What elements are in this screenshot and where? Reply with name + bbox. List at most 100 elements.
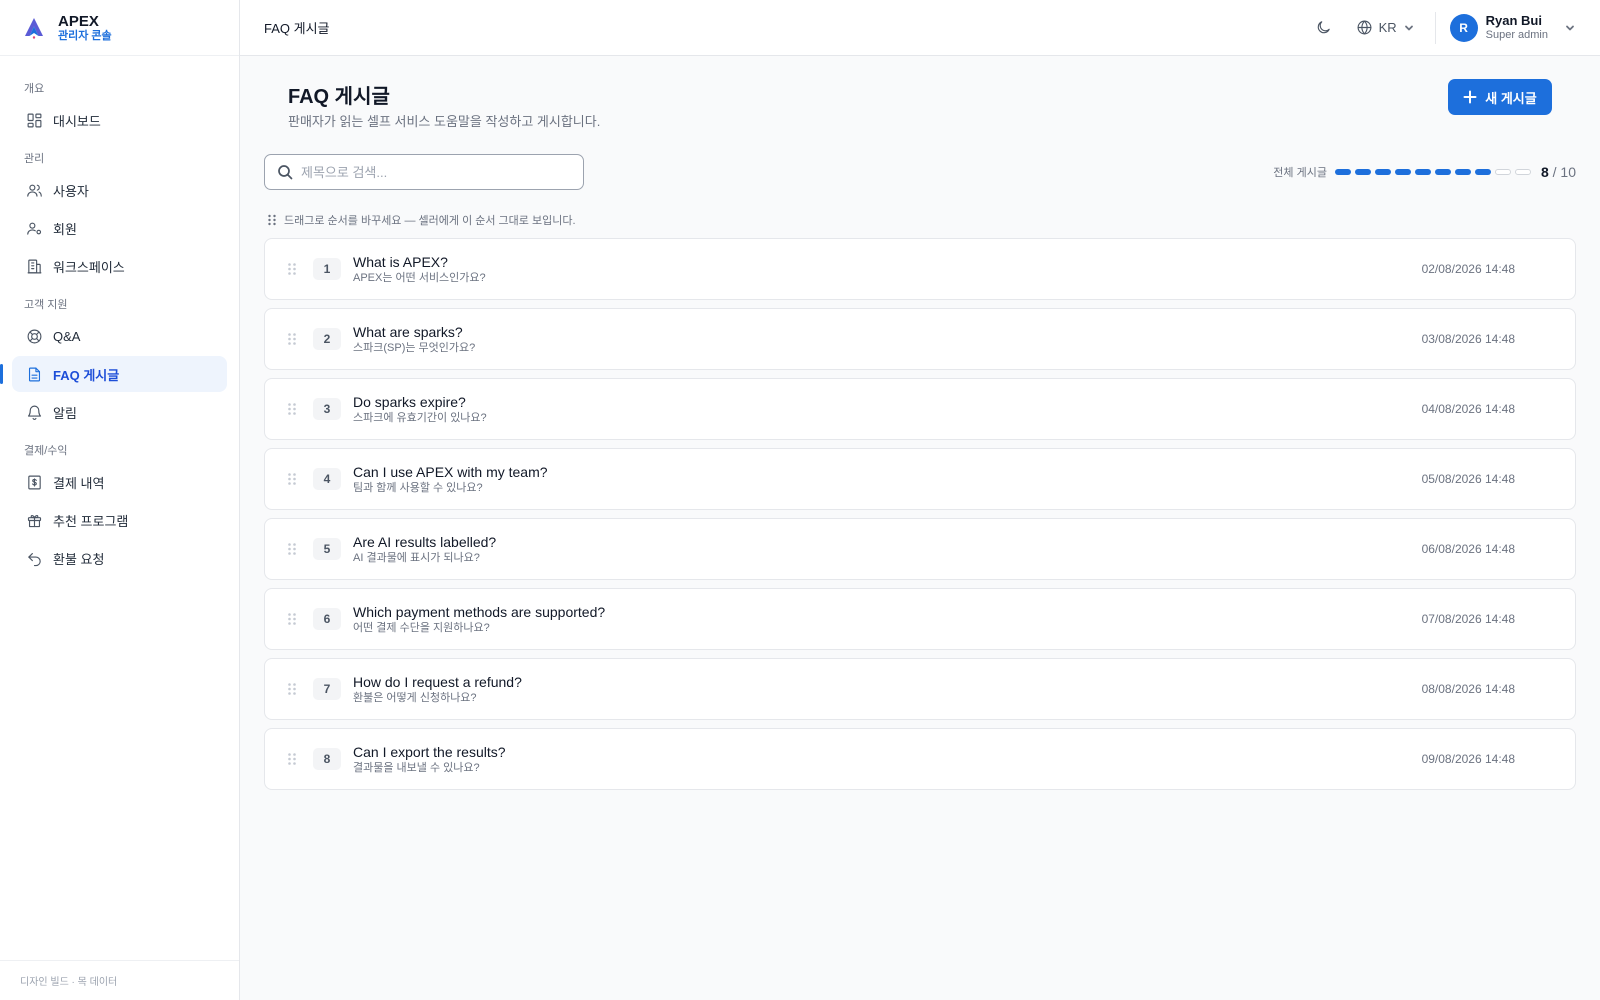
quota-progress-bar [1334, 169, 1531, 175]
faq-date: 02/08/2026 14:48 [1421, 262, 1515, 276]
faq-row[interactable]: 2 What are sparks? 스파크(SP)는 무엇인가요? 03/08/20… [264, 308, 1576, 370]
faq-subtitle: 스파크에 유효기간이 있나요? [353, 411, 487, 424]
topbar: FAQ 게시글 KR R Ryan Bui Super admin [240, 0, 1600, 56]
chevron-down-icon [1566, 25, 1574, 30]
faq-title: What are sparks? [353, 323, 463, 340]
sidebar-item-notifications[interactable]: 알림 [12, 394, 227, 430]
moon-icon [1317, 21, 1330, 34]
language-selector[interactable]: KR [1356, 19, 1415, 36]
user-menu-button[interactable]: R Ryan Bui Super admin [1449, 13, 1576, 42]
user-name: Ryan Bui [1485, 13, 1542, 29]
quota-segment-empty [1514, 169, 1531, 175]
undo-icon [28, 552, 41, 566]
sidebar-item-workspace[interactable]: 워크스페이스 [12, 248, 227, 284]
page-description: 판매자가 읽는 셀프 서비스 도움말을 작성하고 게시합니다. [288, 114, 601, 129]
dashboard-icon [27, 113, 42, 127]
sidebar-item-users[interactable]: 사용자 [12, 172, 227, 208]
sidebar-item-referral[interactable]: 추천 프로그램 [12, 502, 227, 538]
drag-handle-icon[interactable] [287, 332, 297, 346]
search-input[interactable] [301, 164, 571, 180]
topbar-title: FAQ 게시글 [264, 21, 330, 36]
drag-handle-icon[interactable] [287, 472, 297, 486]
faq-list: 1 What is APEX? APEX는 어떤 서비스인가요? 02/08/2026… [264, 238, 1576, 798]
drag-handle-icon [268, 214, 276, 226]
quota-segment-filled [1374, 169, 1391, 175]
page-header: FAQ 게시글 판매자가 읽는 셀프 서비스 도움말을 작성하고 게시합니다. … [264, 56, 1576, 151]
post-quota: 전체 게시글 8 / 10 [1273, 154, 1576, 190]
sidebar-item-label: 환불 요청 [53, 551, 105, 567]
faq-order-number: 5 [313, 538, 341, 560]
quota-total: / 10 [1552, 164, 1576, 180]
page-title: FAQ 게시글 [288, 86, 390, 108]
topbar-divider [1434, 11, 1436, 44]
theme-toggle-button[interactable] [1308, 12, 1340, 44]
sidebar-item-refunds[interactable]: 환불 요청 [12, 540, 227, 576]
faq-date: 04/08/2026 14:48 [1421, 402, 1515, 416]
quota-used: 8 [1540, 164, 1549, 180]
sidebar-item-label: 워크스페이스 [53, 259, 125, 275]
users-icon [27, 184, 42, 197]
drag-handle-icon[interactable] [287, 402, 297, 416]
drag-handle-icon[interactable] [287, 542, 297, 556]
quota-segment-filled [1394, 169, 1411, 175]
faq-subtitle: 스파크(SP)는 무엇인가요? [353, 341, 476, 354]
sidebar-item-label: Q&A [53, 328, 81, 344]
faq-order-number: 4 [313, 468, 341, 490]
faq-subtitle: AI 결과물에 표시가 되나요? [353, 551, 480, 564]
quota-segment-filled [1354, 169, 1371, 175]
drag-handle-icon[interactable] [287, 752, 297, 766]
apex-logo-icon [25, 17, 43, 39]
new-post-label: 새 게시글 [1485, 90, 1537, 106]
sidebar-item-payments[interactable]: 결제 내역 [12, 464, 227, 500]
main-content: FAQ 게시글 판매자가 읽는 셀프 서비스 도움말을 작성하고 게시합니다. … [240, 56, 1600, 1000]
faq-subtitle: 어떤 결제 수단을 지원하나요? [353, 621, 490, 634]
drag-handle-icon[interactable] [287, 682, 297, 696]
sidebar-item-members[interactable]: 회원 [12, 210, 227, 246]
search-box[interactable] [264, 154, 584, 190]
new-post-button[interactable]: 새 게시글 [1448, 79, 1552, 115]
quota-label: 전체 게시글 [1273, 167, 1327, 179]
faq-order-number: 7 [313, 678, 341, 700]
building-icon [27, 259, 42, 273]
faq-row[interactable]: 8 Can I export the results? 결과물을 내보낼 수 있나요… [264, 728, 1576, 790]
sidebar-item-faq[interactable]: FAQ 게시글 [0, 356, 227, 392]
drag-hint: 드래그로 순서를 바꾸세요 — 셀러에게 이 순서 그대로 보입니다. [267, 212, 576, 228]
brand-subtitle: 관리자 콘솔 [58, 29, 112, 42]
chevron-down-icon [1404, 25, 1413, 30]
plus-icon [1463, 90, 1477, 104]
quota-segment-filled [1434, 169, 1451, 175]
drag-hint-text: 드래그로 순서를 바꾸세요 — 셀러에게 이 순서 그대로 보입니다. [284, 215, 576, 227]
brand[interactable]: APEX 관리자 콘솔 [0, 0, 239, 56]
document-icon [28, 367, 41, 381]
faq-row[interactable]: 4 Can I use APEX with my team? 팀과 함께 사용할 수… [264, 448, 1576, 510]
sidebar-item-label: 사용자 [53, 183, 89, 199]
faq-date: 09/08/2026 14:48 [1421, 752, 1515, 766]
quota-segment-filled [1454, 169, 1471, 175]
sidebar-footer: 디자인 빌드 · 목 데이터 [0, 960, 239, 1000]
faq-row[interactable]: 5 Are AI results labelled? AI 결과물에 표시가 되나요… [264, 518, 1576, 580]
faq-row[interactable]: 6 Which payment methods are supported? 어떤 … [264, 588, 1576, 650]
faq-row[interactable]: 3 Do sparks expire? 스파크에 유효기간이 있나요? 04/08/2… [264, 378, 1576, 440]
sidebar-item-qna[interactable]: Q&A [12, 318, 227, 354]
quota-count: 8 / 10 [1541, 164, 1576, 180]
faq-subtitle: 팀과 함께 사용할 수 있나요? [353, 481, 483, 494]
sidebar-nav: 개요 대시보드 관리 사용자 회원 워크스페이스 고객 지원 Q&A FAQ 게… [0, 56, 239, 576]
sidebar-item-label: 대시보드 [53, 113, 101, 129]
nav-section-title: 관리 [24, 153, 45, 165]
drag-handle-icon[interactable] [287, 612, 297, 626]
sidebar-item-dashboard[interactable]: 대시보드 [12, 102, 227, 138]
faq-title: Are AI results labelled? [353, 533, 497, 550]
faq-title: Which payment methods are supported? [353, 603, 606, 620]
globe-icon [1357, 20, 1372, 35]
faq-subtitle: 환불은 어떻게 신청하나요? [353, 691, 477, 704]
faq-row[interactable]: 1 What is APEX? APEX는 어떤 서비스인가요? 02/08/2026… [264, 238, 1576, 300]
quota-segment-filled [1474, 169, 1491, 175]
search-icon [278, 165, 293, 180]
faq-row[interactable]: 7 How do I request a refund? 환불은 어떻게 신청하나요… [264, 658, 1576, 720]
faq-date: 08/08/2026 14:48 [1421, 682, 1515, 696]
faq-title: Can I use APEX with my team? [353, 463, 548, 480]
quota-segment-filled [1334, 169, 1351, 175]
drag-handle-icon[interactable] [287, 262, 297, 276]
faq-subtitle: APEX는 어떤 서비스인가요? [353, 271, 486, 284]
sidebar-item-label: 알림 [53, 405, 77, 421]
